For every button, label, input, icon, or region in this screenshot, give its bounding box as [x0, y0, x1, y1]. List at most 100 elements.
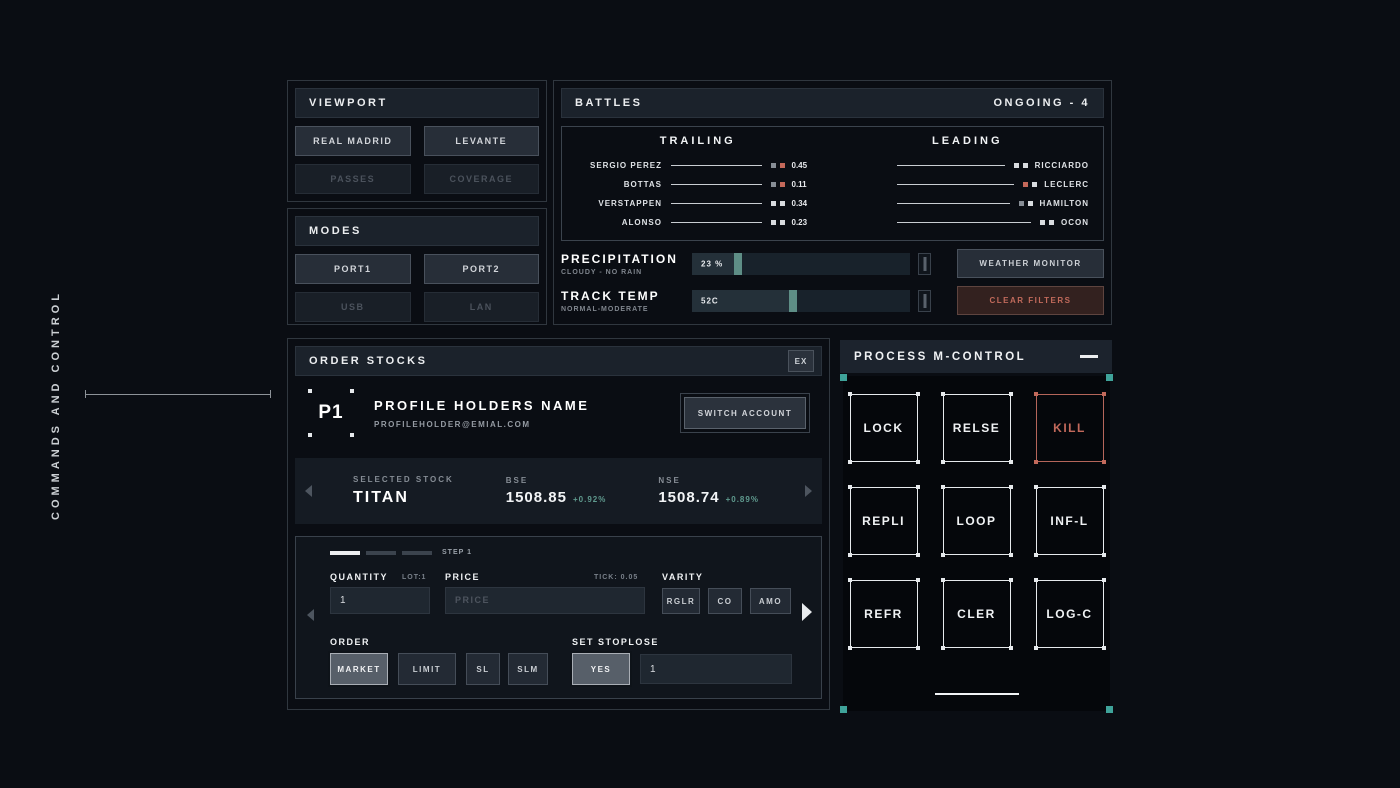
previous-stock-arrow-icon[interactable]: [305, 485, 312, 497]
modes-usb-button[interactable]: USB: [295, 292, 411, 322]
varity-amo-button[interactable]: AMO: [750, 588, 791, 614]
status-square: [771, 201, 776, 206]
form-previous-arrow-icon[interactable]: [307, 609, 314, 621]
bse-price: 1508.85: [506, 489, 567, 506]
trailing-column: TRAILING SERGIO PEREZ 0.45 BOTTAS 0.11 V…: [576, 135, 820, 240]
battles-status-badge: ONGOING - 4: [993, 97, 1090, 109]
driver-name: LECLERC: [1044, 180, 1089, 189]
modes-header: MODES: [295, 216, 539, 246]
track-temp-row: TRACK TEMP NORMAL-MODERATE 52C CLEAR FIL…: [561, 286, 1104, 315]
corner-mark-icon: [1034, 646, 1038, 650]
modes-lan-button[interactable]: LAN: [424, 292, 540, 322]
resize-handle[interactable]: [1106, 374, 1113, 381]
nse-quote: NSE 1508.74 +0.89%: [658, 476, 759, 506]
minimize-icon[interactable]: [1080, 355, 1098, 358]
form-next-arrow-icon[interactable]: [802, 603, 812, 621]
stock-selector: SELECTED STOCK TITAN BSE 1508.85 +0.92% …: [295, 458, 822, 524]
corner-mark-icon: [1034, 392, 1038, 396]
status-square: [771, 163, 776, 168]
process-button-label: LOCK: [864, 421, 904, 435]
order-limit-button[interactable]: LIMIT: [398, 653, 456, 685]
corner-mark-icon: [941, 646, 945, 650]
corner-mark-icon: [1102, 553, 1106, 557]
gap-value: 0.11: [792, 180, 820, 189]
clear-filters-button[interactable]: CLEAR FILTERS: [957, 286, 1104, 315]
order-stocks-panel: ORDER STOCKS EX P1 PROFILE HOLDERS NAME …: [287, 338, 830, 710]
trailing-column-header: TRAILING: [576, 135, 820, 147]
expand-button[interactable]: EX: [788, 350, 814, 372]
stoplose-yes-button[interactable]: YES: [572, 653, 630, 685]
corner-mark-icon: [848, 578, 852, 582]
order-slm-button[interactable]: SLM: [508, 653, 548, 685]
corner-mark-icon: [848, 553, 852, 557]
track-temp-slider[interactable]: [918, 290, 931, 312]
corner-mark-icon: [1034, 460, 1038, 464]
corner-mark-icon: [941, 485, 945, 489]
battles-title: BATTLES: [575, 97, 642, 109]
status-square: [780, 163, 785, 168]
driver-name: HAMILTON: [1040, 199, 1089, 208]
modes-port1-button[interactable]: PORT1: [295, 254, 411, 284]
leading-row: RICCIARDO: [846, 156, 1090, 175]
process-logc-button[interactable]: LOG-C: [1036, 580, 1104, 648]
switch-account-button[interactable]: SWITCH ACCOUNT: [684, 397, 806, 429]
leading-column: LEADING RICCIARDO LECLERC HAMILTON: [846, 135, 1090, 240]
process-infl-button[interactable]: INF-L: [1036, 487, 1104, 555]
corner-mark-icon: [916, 485, 920, 489]
process-refr-button[interactable]: REFR: [850, 580, 918, 648]
viewport-title: VIEWPORT: [309, 97, 388, 109]
step-segment: [402, 551, 432, 555]
driver-name: RICCIARDO: [1035, 161, 1089, 170]
status-square: [1019, 201, 1024, 206]
stoplose-input[interactable]: [640, 654, 792, 684]
corner-mark-icon: [1102, 646, 1106, 650]
precipitation-bar[interactable]: 23 %: [692, 253, 910, 275]
corner-mark-icon: [1102, 392, 1106, 396]
step-label: STEP 1: [442, 549, 472, 556]
resize-handle[interactable]: [1106, 706, 1113, 713]
resize-handle[interactable]: [840, 374, 847, 381]
process-button-label: CLER: [957, 607, 996, 621]
status-square: [771, 182, 776, 187]
resize-handle[interactable]: [840, 706, 847, 713]
trailing-row: VERSTAPPEN 0.34: [576, 194, 820, 213]
status-square: [1014, 163, 1019, 168]
next-stock-arrow-icon[interactable]: [805, 485, 812, 497]
battles-board: TRAILING SERGIO PEREZ 0.45 BOTTAS 0.11 V…: [561, 126, 1104, 241]
corner-mark-icon: [916, 578, 920, 582]
varity-co-button[interactable]: CO: [708, 588, 742, 614]
modes-port2-button[interactable]: PORT2: [424, 254, 540, 284]
track-temp-bar[interactable]: 52C: [692, 290, 910, 312]
order-market-button[interactable]: MARKET: [330, 653, 388, 685]
corner-mark-icon: [1009, 392, 1013, 396]
precipitation-subtitle: CLOUDY - NO RAIN: [561, 269, 692, 276]
bse-change: +0.92%: [573, 495, 606, 504]
corner-mark-icon: [848, 392, 852, 396]
precipitation-label: PRECIPITATION: [561, 252, 692, 266]
precipitation-slider[interactable]: [918, 253, 931, 275]
selected-stock-block: SELECTED STOCK TITAN: [353, 475, 454, 507]
corner-mark-icon: [941, 553, 945, 557]
gap-line: [897, 222, 1032, 223]
quantity-input[interactable]: [330, 587, 430, 614]
process-loop-button[interactable]: LOOP: [943, 487, 1011, 555]
weather-monitor-button[interactable]: WEATHER MONITOR: [957, 249, 1104, 278]
process-cler-button[interactable]: CLER: [943, 580, 1011, 648]
process-repli-button[interactable]: REPLI: [850, 487, 918, 555]
gap-line: [671, 184, 762, 185]
gap-value: 0.34: [792, 199, 820, 208]
profile-email: PROFILEHOLDER@EMIAL.COM: [374, 420, 589, 429]
process-relse-button[interactable]: RELSE: [943, 394, 1011, 462]
viewport-real-madrid-button[interactable]: REAL MADRID: [295, 126, 411, 156]
viewport-coverage-button[interactable]: COVERAGE: [424, 164, 540, 194]
viewport-levante-button[interactable]: LEVANTE: [424, 126, 540, 156]
varity-rglr-button[interactable]: RGLR: [662, 588, 700, 614]
precipitation-value: 23 %: [701, 259, 723, 268]
drawer-handle[interactable]: [935, 693, 1019, 695]
order-sl-button[interactable]: SL: [466, 653, 500, 685]
process-kill-button[interactable]: KILL: [1036, 394, 1104, 462]
corner-mark-icon: [916, 460, 920, 464]
price-input[interactable]: [445, 587, 645, 614]
viewport-passes-button[interactable]: PASSES: [295, 164, 411, 194]
process-lock-button[interactable]: LOCK: [850, 394, 918, 462]
